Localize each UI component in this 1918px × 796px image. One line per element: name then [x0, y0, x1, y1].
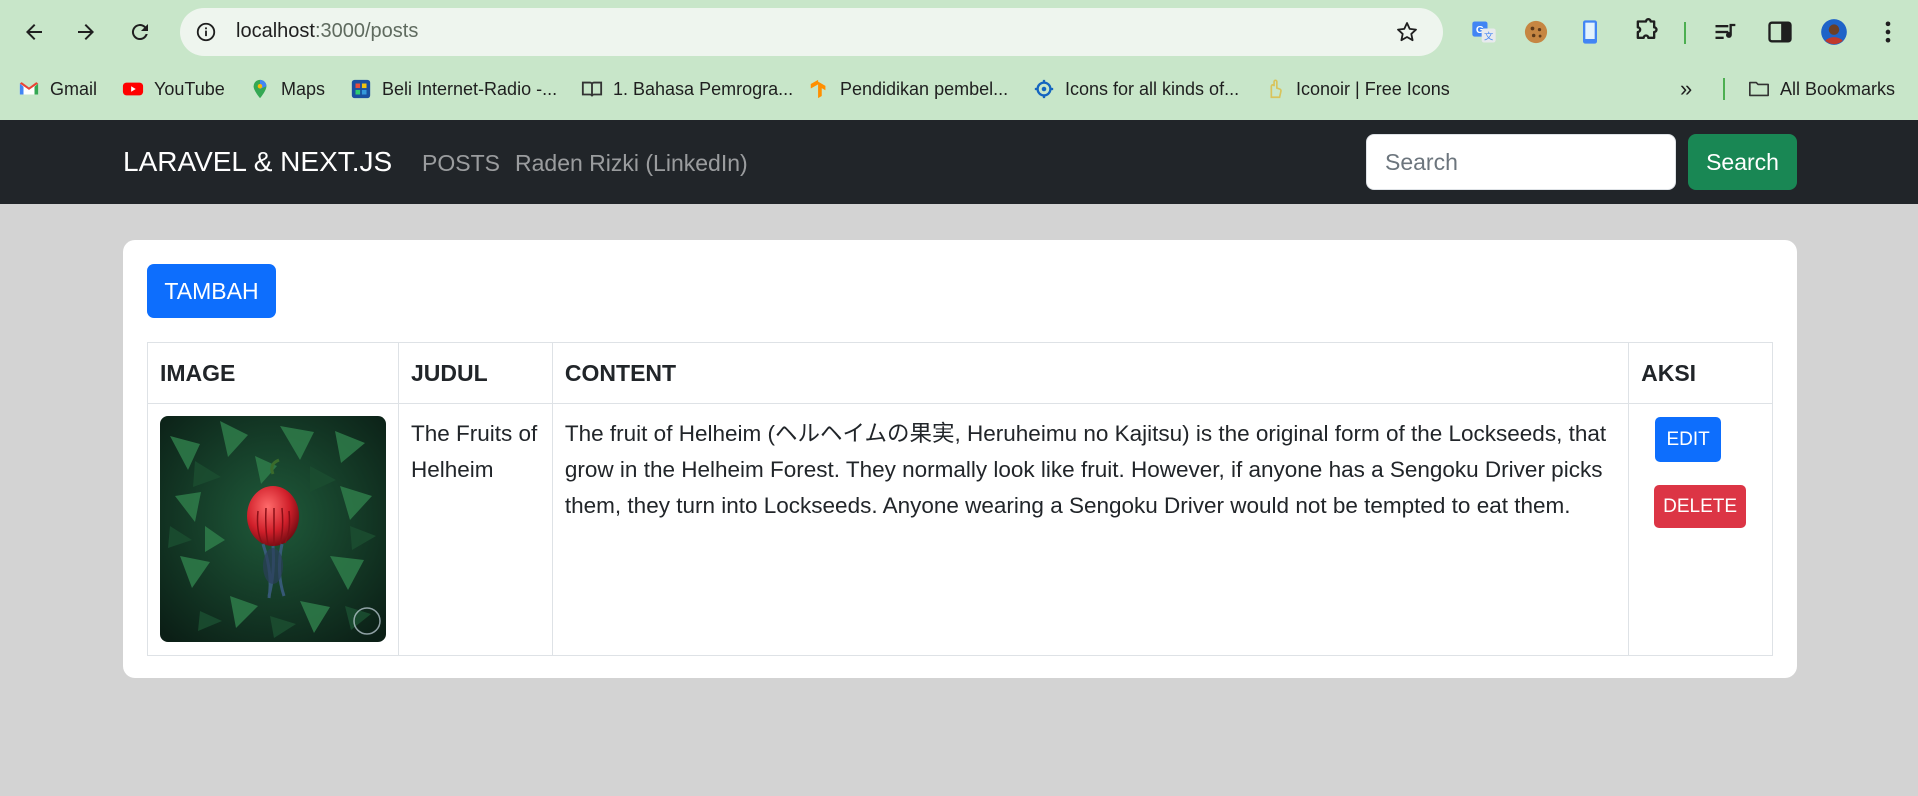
url-text: localhost:3000/posts	[236, 20, 418, 43]
media-control-icon[interactable]	[1710, 16, 1742, 48]
column-header-content: CONTENT	[551, 342, 1630, 404]
table-row: The Fruits of Helheim The fruit of Helhe…	[147, 403, 1773, 656]
bookmark-label: Gmail	[50, 78, 98, 99]
app-navbar: LARAVEL & NEXT.JS POSTS Raden Rizki (Lin…	[0, 120, 1918, 204]
navbar-brand[interactable]: LARAVEL & NEXT.JS	[123, 146, 392, 178]
back-arrow-icon	[26, 24, 42, 40]
column-header-aksi: AKSI	[1628, 342, 1773, 404]
bookmark-youtube[interactable]: YouTube	[122, 76, 225, 102]
bookmark-label: Pendidikan pembel...	[840, 78, 1009, 99]
radio-icon	[350, 78, 372, 100]
bookmark-label: YouTube	[154, 78, 225, 99]
add-post-button[interactable]: TAMBAH	[147, 264, 276, 318]
bookmark-star-icon[interactable]	[1395, 20, 1419, 44]
forward-arrow-icon	[78, 24, 94, 40]
back-button[interactable]	[14, 12, 54, 52]
url-host: localhost	[236, 20, 315, 42]
search-input[interactable]	[1366, 134, 1676, 190]
bookmark-label: Beli Internet-Radio -...	[382, 78, 558, 99]
bookmarks-divider	[1723, 78, 1725, 100]
posts-card: TAMBAH IMAGE JUDUL CONTENT AKSI The Frui…	[123, 240, 1797, 678]
device-extension-icon[interactable]	[1574, 16, 1606, 48]
tensorflow-icon	[808, 78, 830, 100]
chrome-menu-icon[interactable]	[1872, 16, 1904, 48]
url-path: :3000/posts	[314, 20, 419, 42]
bookmark-bahasa[interactable]: 1. Bahasa Pemrogra...	[581, 76, 793, 102]
bookmarks-bar: Gmail YouTube Maps Beli Internet-Radio -…	[0, 72, 1918, 106]
toolbar-divider	[1684, 22, 1686, 44]
posts-table: IMAGE JUDUL CONTENT AKSI The Fruits of H…	[147, 342, 1773, 656]
column-header-image: IMAGE	[147, 342, 399, 404]
bookmark-label: 1. Bahasa Pemrogra...	[613, 78, 794, 99]
bookmark-label: Icons for all kinds of...	[1065, 78, 1240, 99]
all-bookmarks-label: All Bookmarks	[1780, 78, 1896, 99]
aksi-cell: EDIT DELETE	[1628, 403, 1773, 656]
reload-icon	[131, 24, 148, 41]
bookmark-label: Maps	[281, 78, 326, 99]
judul-cell: The Fruits of Helheim	[398, 403, 553, 656]
folder-icon	[1748, 78, 1770, 100]
reload-button[interactable]	[120, 12, 160, 52]
bookmark-radio[interactable]: Beli Internet-Radio -...	[350, 76, 557, 102]
bookmark-iconoir[interactable]: Iconoir | Free Icons	[1264, 76, 1450, 102]
cookie-extension-icon[interactable]	[1520, 16, 1552, 48]
more-bookmarks-chevron-icon[interactable]: »	[1680, 76, 1692, 102]
search-button[interactable]: Search	[1688, 134, 1797, 190]
content-cell: The fruit of Helheim (ヘルヘイムの果実, Heruheim…	[551, 403, 1630, 656]
bookmark-label: Iconoir | Free Icons	[1296, 78, 1450, 99]
bookmark-maps[interactable]: Maps	[249, 76, 325, 102]
image-cell	[147, 403, 399, 656]
iconoir-icon	[1264, 78, 1286, 100]
bookmark-icons[interactable]: Icons for all kinds of...	[1033, 76, 1239, 102]
extensions-puzzle-icon[interactable]	[1630, 16, 1662, 48]
post-thumbnail	[160, 416, 386, 642]
browser-toolbar: localhost:3000/posts G文	[0, 0, 1918, 64]
gmail-icon	[18, 78, 40, 100]
table-header-row: IMAGE JUDUL CONTENT AKSI	[147, 342, 1773, 404]
profile-avatar[interactable]	[1818, 16, 1850, 48]
maps-icon	[249, 78, 271, 100]
browser-chrome: localhost:3000/posts G文 Gmail YouTube Ma…	[0, 0, 1918, 120]
book-icon	[581, 78, 603, 100]
youtube-icon	[122, 78, 144, 100]
site-info-icon[interactable]	[192, 18, 220, 46]
bookmark-pendidikan[interactable]: Pendidikan pembel...	[808, 76, 1008, 102]
icons-site-icon	[1033, 78, 1055, 100]
all-bookmarks-button[interactable]: All Bookmarks	[1748, 76, 1895, 102]
nav-link-linkedin[interactable]: Raden Rizki (LinkedIn)	[515, 150, 748, 177]
svg-text:文: 文	[1484, 31, 1493, 43]
side-panel-icon[interactable]	[1764, 16, 1796, 48]
column-header-judul: JUDUL	[398, 342, 553, 404]
translate-extension-icon[interactable]: G文	[1468, 16, 1500, 48]
edit-button[interactable]: EDIT	[1655, 417, 1722, 462]
forward-button[interactable]	[66, 12, 106, 52]
address-bar[interactable]: localhost:3000/posts	[180, 8, 1443, 56]
nav-link-posts[interactable]: POSTS	[422, 150, 500, 177]
delete-button[interactable]: DELETE	[1654, 485, 1747, 528]
bookmark-gmail[interactable]: Gmail	[18, 76, 97, 102]
